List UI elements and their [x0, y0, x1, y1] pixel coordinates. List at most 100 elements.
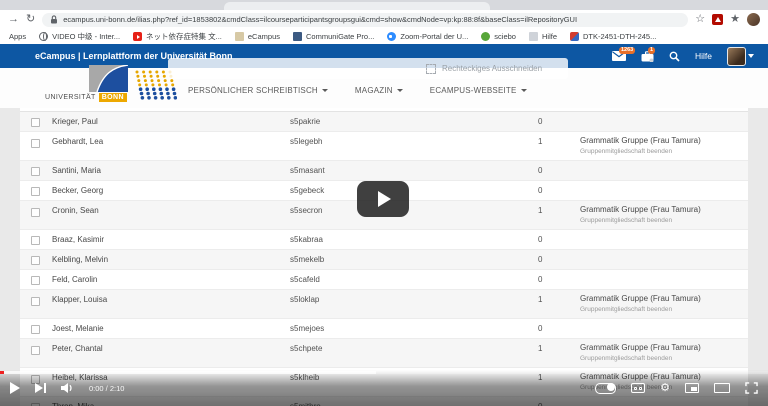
- volume-icon[interactable]: [61, 382, 74, 394]
- bookmark-item[interactable]: VIDEO 中级 - Inter...: [39, 31, 120, 42]
- group-count: 1: [538, 137, 568, 146]
- extension-star-icon[interactable]: ★: [730, 14, 740, 25]
- forward-icon[interactable]: →: [8, 14, 19, 25]
- play-button-overlay[interactable]: [357, 181, 409, 217]
- miniplayer-icon[interactable]: [685, 383, 699, 393]
- bookmark-label: eCampus: [248, 32, 280, 41]
- group-count: 0: [538, 255, 568, 264]
- group-count: 1: [538, 344, 568, 353]
- next-icon-bar: [44, 383, 46, 393]
- participant-username: s5legebh: [290, 137, 526, 146]
- participants-table: Krieger, Paul s5pakrie 0 Gebhardt, Lea s…: [20, 108, 748, 406]
- participant-username: s5masant: [290, 166, 526, 175]
- group-count: 1: [538, 206, 568, 215]
- row-checkbox[interactable]: [31, 325, 40, 334]
- browser-toolbar: → ↻ ecampus.uni-bonn.de/ilias.php?ref_id…: [0, 10, 768, 29]
- mail-icon[interactable]: 1263: [612, 51, 626, 61]
- browser-tab-strip[interactable]: [0, 0, 768, 10]
- nav-menu-item[interactable]: MAGAZIN: [355, 86, 403, 95]
- row-checkbox[interactable]: [31, 276, 40, 285]
- row-checkbox[interactable]: [31, 297, 40, 306]
- subtitles-icon[interactable]: [631, 383, 645, 393]
- row-checkbox[interactable]: [31, 208, 40, 217]
- page-content: Krieger, Paul s5pakrie 0 Gebhardt, Lea s…: [0, 108, 768, 406]
- autoplay-toggle[interactable]: [595, 383, 616, 394]
- participant-name: Becker, Georg: [52, 186, 278, 195]
- row-checkbox[interactable]: [31, 256, 40, 265]
- group-count: 0: [538, 186, 568, 195]
- participant-username: s5cafeld: [290, 275, 526, 284]
- help-link[interactable]: Hilfe: [695, 51, 712, 61]
- chevron-down-icon: [521, 89, 527, 92]
- end-group-membership-link[interactable]: Gruppenmitgliedschaft beenden: [580, 355, 701, 362]
- bookmark-item[interactable]: Apps: [9, 32, 26, 41]
- participant-name: Santini, Maria: [52, 166, 278, 175]
- row-checkbox[interactable]: [31, 346, 40, 355]
- briefcase-icon[interactable]: 1: [641, 51, 654, 62]
- end-group-membership-link[interactable]: Gruppenmitgliedschaft beenden: [580, 217, 701, 224]
- reload-icon[interactable]: ↻: [26, 14, 35, 25]
- nav-menu-item[interactable]: ECAMPUS-WEBSEITE: [430, 86, 527, 95]
- group-name: Grammatik Gruppe (Frau Tamura): [580, 343, 701, 352]
- user-avatar: [727, 47, 746, 66]
- participant-name: Kelbling, Melvin: [52, 255, 278, 264]
- video-player-bar: 0:00 / 2:10 ⚙: [0, 370, 768, 406]
- participant-name: Joest, Melanie: [52, 324, 278, 333]
- bookmark-item[interactable]: DTK-2451-DTH-245...: [570, 32, 656, 41]
- bookmark-item[interactable]: CommuniGate Pro...: [293, 32, 374, 41]
- bookmark-favicon-icon: [293, 32, 302, 41]
- video-progress-bar[interactable]: [0, 371, 768, 374]
- nav-menu-label: ECAMPUS-WEBSEITE: [430, 86, 517, 95]
- table-row: Braaz, Kasimir s5kabraa 0: [20, 230, 748, 250]
- table-row: Gebhardt, Lea s5legebh 1 Grammatik Grupp…: [20, 132, 748, 161]
- participant-username: s5loklap: [290, 295, 526, 304]
- bookmark-favicon-icon: [235, 32, 244, 41]
- adobe-acrobat-extension-icon[interactable]: [712, 14, 723, 25]
- browser-profile-avatar[interactable]: [747, 13, 760, 26]
- end-group-membership-link[interactable]: Gruppenmitgliedschaft beenden: [580, 148, 701, 155]
- search-icon[interactable]: [669, 51, 680, 62]
- address-bar[interactable]: ecampus.uni-bonn.de/ilias.php?ref_id=185…: [42, 13, 688, 27]
- logo-university-text: UNIVERSITÄT: [45, 94, 96, 101]
- settings-gear-icon[interactable]: ⚙: [660, 383, 670, 394]
- group-count: 0: [538, 275, 568, 284]
- table-row: Klapper, Louisa s5loklap 1 Grammatik Gru…: [20, 290, 748, 319]
- bookmark-label: Apps: [9, 32, 26, 41]
- bookmark-item[interactable]: eCampus: [235, 32, 280, 41]
- theater-mode-icon[interactable]: [714, 383, 730, 393]
- participant-username: s5pakrie: [290, 117, 526, 126]
- bookmark-item[interactable]: Hilfe: [529, 32, 557, 41]
- group-name: Grammatik Gruppe (Frau Tamura): [580, 205, 701, 214]
- lock-icon: [50, 15, 58, 24]
- bookmark-item[interactable]: ネット依存症特集 文...: [133, 31, 222, 42]
- player-play-button[interactable]: [10, 382, 20, 394]
- bookmark-favicon-icon: [529, 32, 538, 41]
- end-group-membership-link[interactable]: Gruppenmitgliedschaft beenden: [580, 306, 701, 313]
- bookmark-item[interactable]: Zoom-Portal der U...: [387, 32, 468, 41]
- group-count: 0: [538, 117, 568, 126]
- fullscreen-icon[interactable]: [745, 382, 758, 394]
- bookmark-item[interactable]: sciebo: [481, 32, 516, 41]
- browser-tab[interactable]: [224, 2, 490, 10]
- nav-menu-item[interactable]: PERSÖNLICHER SCHREIBTISCH: [188, 86, 328, 95]
- chevron-down-icon: [322, 89, 328, 92]
- table-row: Peter, Chantal s5chpete 1 Grammatik Grup…: [20, 339, 748, 368]
- bookmark-favicon-icon: [387, 32, 396, 41]
- user-menu[interactable]: [727, 47, 754, 66]
- url-text: ecampus.uni-bonn.de/ilias.php?ref_id=185…: [63, 15, 577, 24]
- row-checkbox[interactable]: [31, 236, 40, 245]
- chevron-down-icon: [748, 54, 754, 58]
- row-checkbox[interactable]: [31, 139, 40, 148]
- row-checkbox[interactable]: [31, 187, 40, 196]
- bookmark-label: Zoom-Portal der U...: [400, 32, 468, 41]
- player-next-button[interactable]: [35, 383, 46, 393]
- play-icon: [378, 191, 391, 207]
- bookmark-label: DTK-2451-DTH-245...: [583, 32, 656, 41]
- bookmark-star-icon[interactable]: ☆: [695, 14, 705, 25]
- bookmark-favicon-icon: [39, 32, 48, 41]
- row-checkbox[interactable]: [31, 118, 40, 127]
- participant-username: s5chpete: [290, 344, 526, 353]
- row-checkbox[interactable]: [31, 167, 40, 176]
- participant-name: Cronin, Sean: [52, 206, 278, 215]
- participant-username: s5kabraa: [290, 235, 526, 244]
